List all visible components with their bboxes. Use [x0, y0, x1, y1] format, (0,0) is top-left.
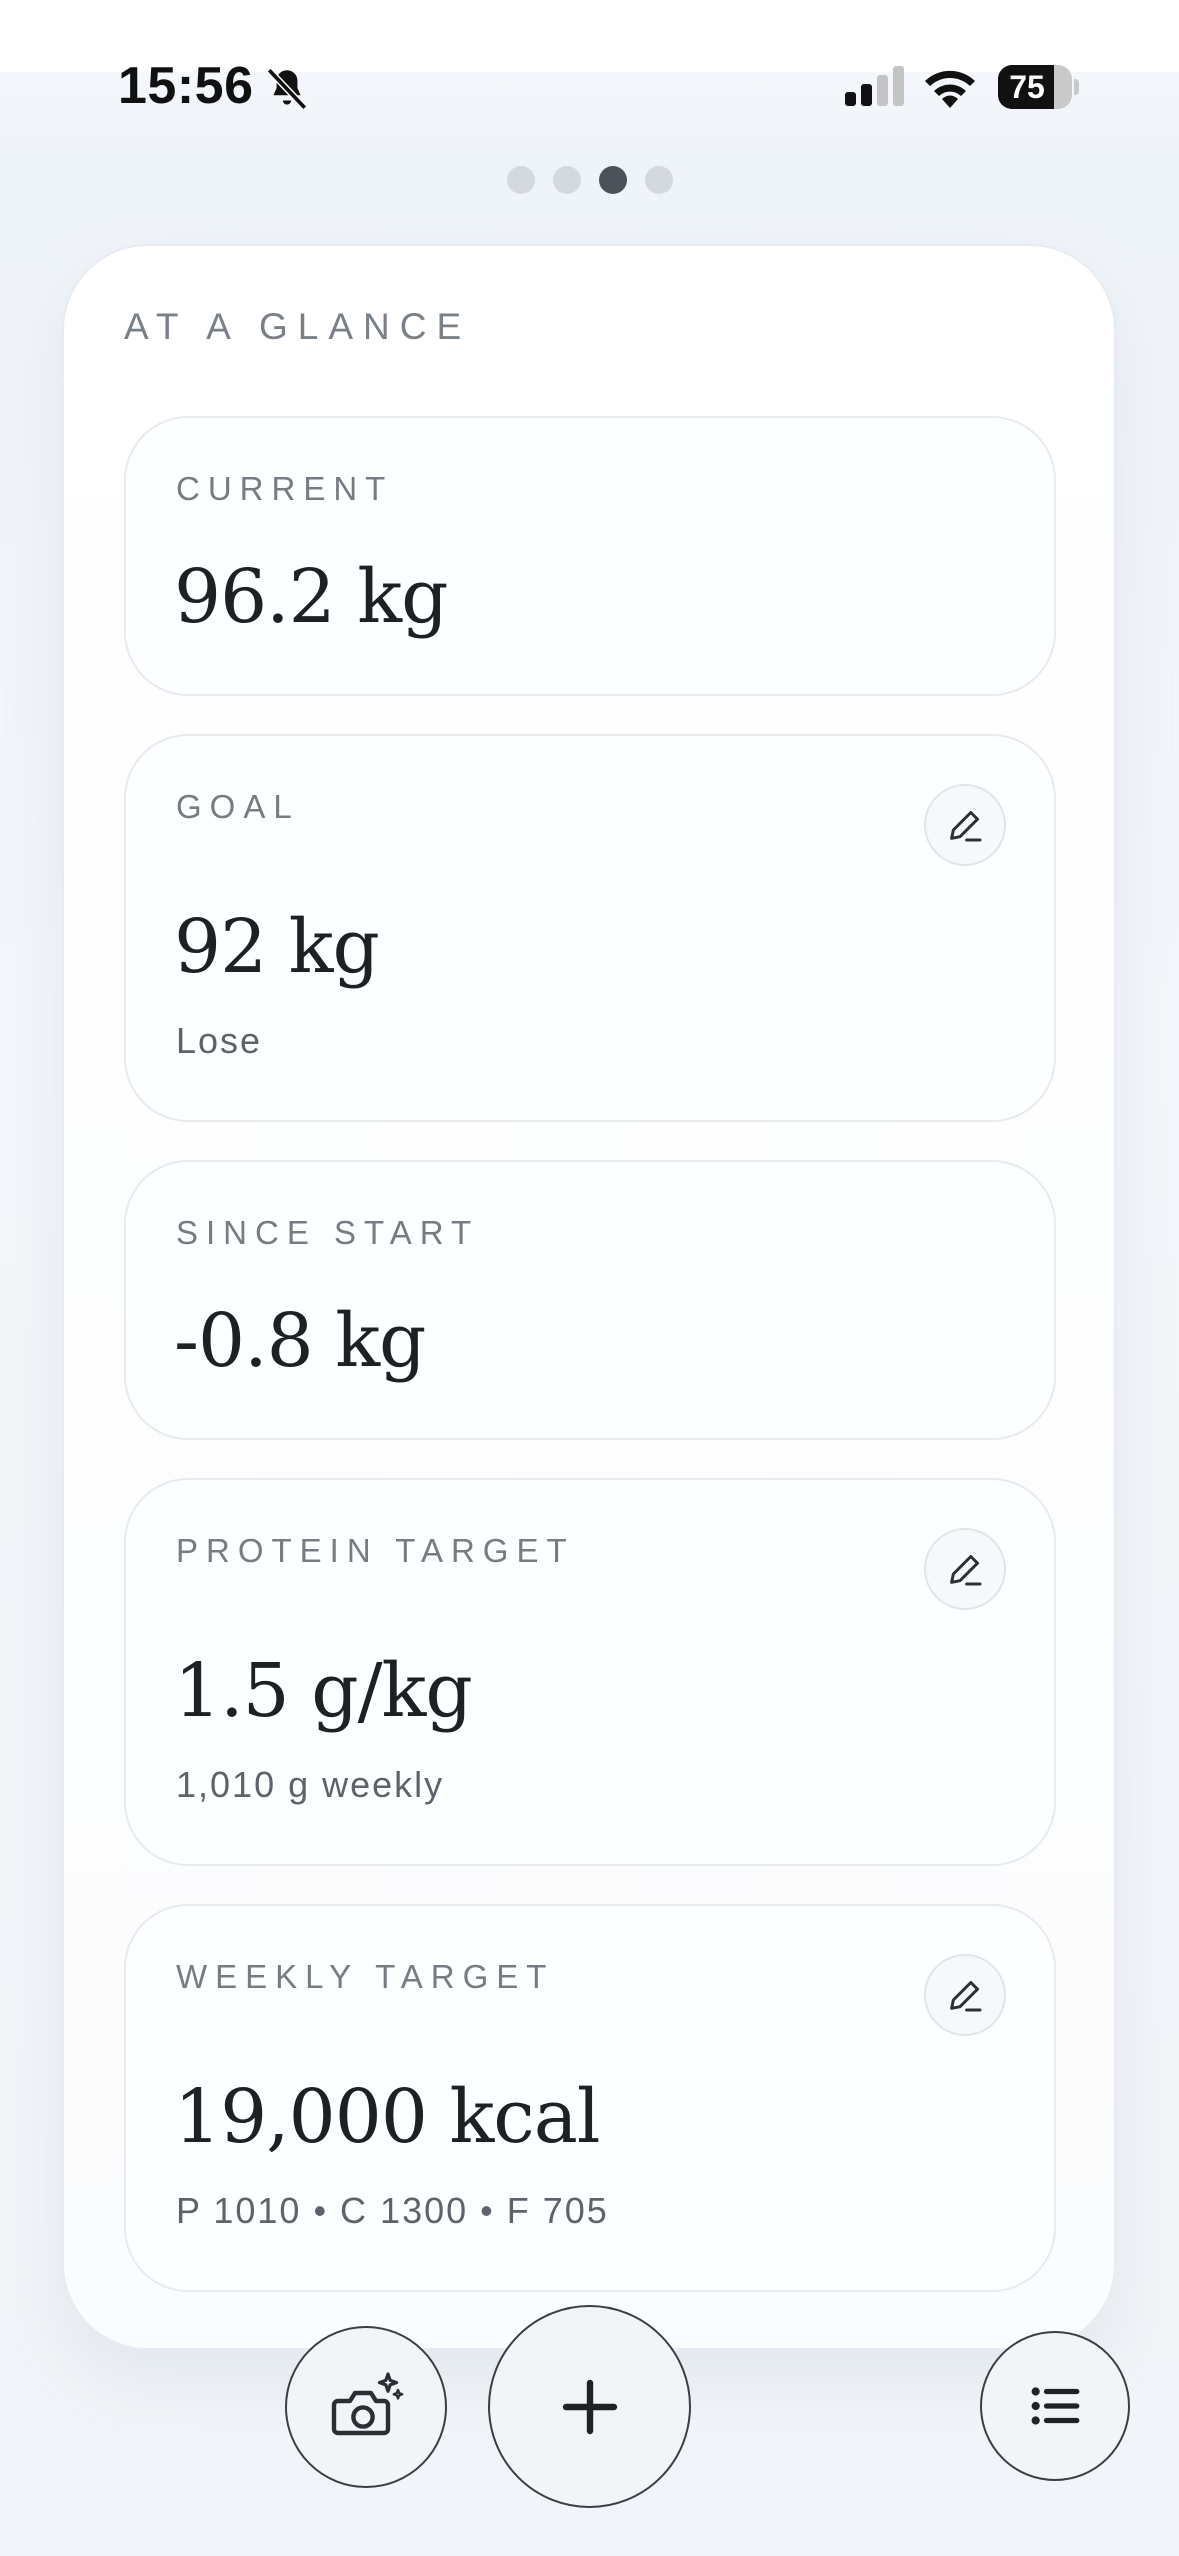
pencil-icon [950, 1981, 982, 2012]
protein-target-tile: PROTEIN TARGET 1.5 g/kg 1,010 g weekly [124, 1478, 1056, 1866]
page-dot[interactable] [552, 166, 581, 194]
status-time: 15:56 [118, 57, 254, 115]
add-entry-button[interactable] [488, 2305, 691, 2508]
page-indicator[interactable] [0, 166, 1179, 196]
protein-weekly-total: 1,010 g weekly [176, 1764, 445, 1805]
macro-breakdown: P 1010 • C 1300 • F 705 [176, 2190, 609, 2231]
wifi-icon [925, 70, 975, 108]
pencil-icon [950, 1555, 982, 1586]
section-title: AT A GLANCE [124, 306, 472, 347]
menu-list-button[interactable] [980, 2331, 1130, 2481]
battery-cap [1074, 79, 1079, 95]
tile-label: CURRENT [176, 470, 394, 507]
goal-tile: GOAL 92 kg Lose [124, 734, 1056, 1122]
plus-icon [562, 2379, 617, 2434]
bell-slash-icon [266, 67, 308, 111]
goal-direction: Lose [176, 1020, 263, 1061]
current-weight-value: 96.2 kg [174, 554, 448, 640]
page-dot[interactable] [598, 166, 627, 194]
tile-label: GOAL [176, 788, 300, 825]
edit-protein-button[interactable] [924, 1528, 1006, 1610]
at-a-glance-card: AT A GLANCE CURRENT 96.2 kg GOAL 92 kg L… [62, 244, 1116, 2350]
current-weight-tile: CURRENT 96.2 kg [124, 416, 1056, 696]
since-start-tile: SINCE START -0.8 kg [124, 1160, 1056, 1440]
edit-goal-button[interactable] [924, 784, 1006, 866]
scan-food-button[interactable] [285, 2326, 447, 2488]
pencil-icon [950, 811, 982, 842]
weekly-calorie-value: 19,000 kcal [174, 2074, 601, 2160]
protein-target-value: 1.5 g/kg [174, 1648, 473, 1734]
edit-weekly-target-button[interactable] [924, 1954, 1006, 2036]
weekly-target-tile: WEEKLY TARGET 19,000 kcal P 1010 • C 130… [124, 1904, 1056, 2292]
tile-label: WEEKLY TARGET [176, 1958, 555, 1995]
page-dot[interactable] [644, 166, 673, 194]
tile-label: PROTEIN TARGET [176, 1532, 575, 1569]
tile-label: SINCE START [176, 1214, 480, 1251]
page-dot[interactable] [506, 166, 535, 194]
camera-sparkle-icon [331, 2372, 404, 2436]
list-icon [1031, 2387, 1080, 2425]
battery-level: 75 [1009, 69, 1045, 105]
since-start-value: -0.8 kg [174, 1298, 426, 1384]
battery-icon: 75 [998, 65, 1079, 109]
goal-weight-value: 92 kg [174, 904, 380, 990]
cellular-signal-icon [845, 66, 904, 106]
